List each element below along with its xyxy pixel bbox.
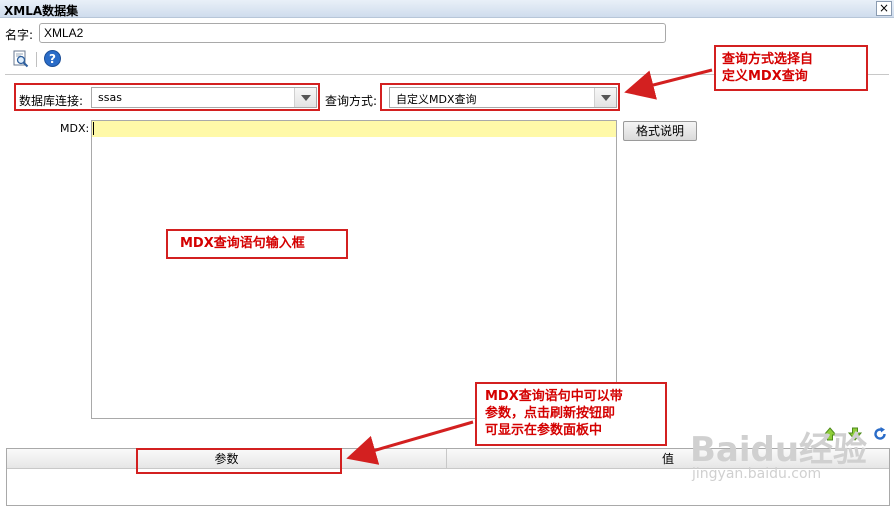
query-mode-select[interactable]: 自定义MDX查询 [389, 87, 617, 108]
move-down-icon[interactable] [847, 426, 863, 442]
param-table-header: 参数 值 [7, 449, 889, 469]
column-header-value[interactable]: 值 [447, 449, 889, 469]
refresh-icon[interactable] [872, 426, 888, 442]
close-icon[interactable]: × [876, 1, 892, 16]
chevron-down-icon[interactable] [594, 88, 616, 107]
param-table[interactable]: 参数 值 [6, 448, 890, 506]
connection-value: ssas [98, 91, 122, 104]
name-label: 名字: [5, 28, 34, 42]
callout-line: MDX查询语句中可以带 [485, 389, 623, 404]
toolbar-separator [36, 52, 37, 67]
preview-icon[interactable] [12, 50, 30, 68]
move-up-icon[interactable] [822, 426, 838, 442]
query-mode-label: 查询方式: [325, 94, 378, 108]
format-help-button[interactable]: 格式说明 [623, 121, 697, 141]
mdx-label: MDX: [60, 122, 90, 135]
mdx-input-callout: MDX查询语句输入框 [166, 229, 348, 259]
chevron-down-icon[interactable] [294, 88, 316, 107]
window-titlebar: XMLA数据集 × [0, 0, 894, 18]
callout-line: 参数，点击刷新按钮即 [485, 406, 616, 421]
callout-line: 定义MDX查询 [722, 69, 808, 84]
mdx-textarea[interactable] [91, 120, 617, 419]
help-icon[interactable]: ? [44, 50, 61, 67]
text-caret [93, 122, 94, 135]
callout-line: 查询方式选择自 [722, 52, 814, 67]
mdx-current-line [92, 121, 616, 137]
connection-label: 数据库连接: [19, 94, 84, 108]
connection-select[interactable]: ssas [91, 87, 317, 108]
column-header-param[interactable]: 参数 [7, 449, 447, 469]
callout-line: 可显示在参数面板中 [485, 423, 603, 438]
window-title: XMLA数据集 [4, 4, 79, 18]
query-mode-value: 自定义MDX查询 [396, 93, 477, 106]
param-callout: MDX查询语句中可以带 参数，点击刷新按钮即 可显示在参数面板中 [475, 382, 667, 446]
name-input[interactable] [39, 23, 666, 43]
query-mode-callout: 查询方式选择自 定义MDX查询 [714, 45, 868, 91]
